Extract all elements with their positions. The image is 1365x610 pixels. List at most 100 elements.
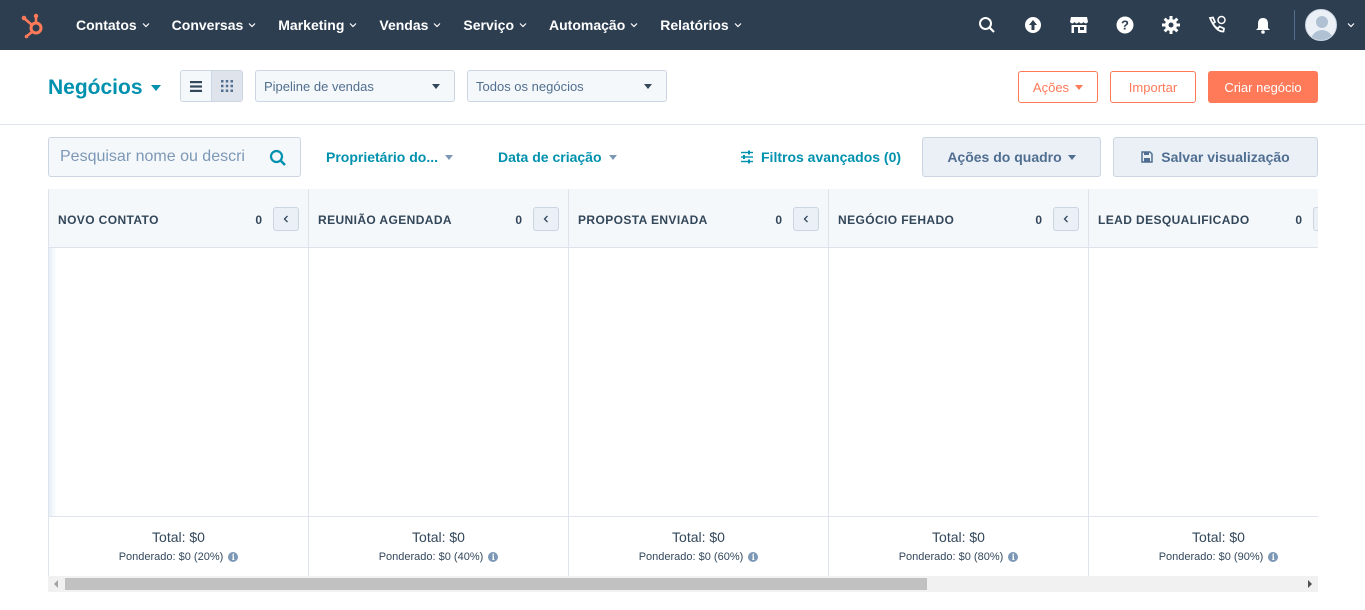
nav-item-servico[interactable]: Serviço (463, 17, 527, 33)
weighted-amount: Ponderado: $0 (90%) (1158, 551, 1264, 563)
info-icon[interactable]: i (228, 552, 239, 562)
created-date-filter-label: Data de criação (498, 149, 602, 165)
column-footer: Total: $0 Ponderado: $0 (60%) i (569, 516, 828, 576)
deal-board: NOVO CONTATO 0 Total: $0 Ponderado: $0 (… (48, 189, 1318, 576)
column-header: REUNIÃO AGENDADA 0 (309, 189, 568, 248)
owner-filter[interactable]: Proprietário do... (326, 149, 454, 165)
board-column: LEAD DESQUALIFICADO 0 Total: $0 Ponderad… (1089, 189, 1318, 576)
scroll-right-button[interactable] (1302, 576, 1318, 592)
nav-item-label: Serviço (463, 17, 515, 33)
page-header: Negócios Pipeline de vendas Todos os neg… (0, 50, 1365, 125)
chevron-down-icon (433, 23, 441, 28)
board-actions-button[interactable]: Ações do quadro (922, 137, 1101, 177)
info-icon[interactable]: i (1268, 552, 1279, 562)
actions-button[interactable]: Ações (1018, 71, 1098, 103)
column-drop-area[interactable] (309, 248, 568, 516)
nav-item-label: Contatos (76, 17, 137, 33)
column-title: NEGÓCIO FEHADO (838, 213, 955, 227)
search-icon[interactable] (964, 0, 1010, 50)
board-view-button[interactable] (211, 71, 242, 101)
collapse-column-button[interactable] (1053, 207, 1079, 231)
nav-item-contatos[interactable]: Contatos (76, 17, 150, 33)
deals-filter-select-value: Todos os negócios (476, 78, 584, 94)
board-column: REUNIÃO AGENDADA 0 Total: $0 Ponderado: … (309, 189, 569, 576)
list-view-button[interactable] (181, 71, 211, 101)
scrollbar-thumb[interactable] (65, 578, 927, 590)
search-icon[interactable] (269, 149, 287, 167)
weighted-amount: Ponderado: $0 (80%) (898, 551, 1004, 563)
info-icon[interactable]: i (748, 552, 759, 562)
page-title-label: Negócios (48, 76, 143, 99)
column-total: Total: $0 (1192, 529, 1245, 545)
column-title: LEAD DESQUALIFICADO (1098, 213, 1250, 227)
nav-item-relatorios[interactable]: Relatórios (660, 17, 742, 33)
column-weighted: Ponderado: $0 (20%) i (49, 551, 308, 563)
advanced-filters-button[interactable]: Filtros avançados (0) (740, 149, 901, 165)
collapse-column-button[interactable] (793, 207, 819, 231)
deals-filter-select[interactable]: Todos os negócios (467, 70, 667, 102)
column-drop-area[interactable] (829, 248, 1088, 516)
account-menu[interactable] (1305, 9, 1355, 41)
chevron-down-icon (349, 23, 357, 28)
view-toggle (180, 70, 243, 102)
caret-down-icon (1075, 84, 1084, 90)
created-date-filter[interactable]: Data de criação (498, 149, 617, 165)
search-input[interactable] (60, 148, 260, 166)
hubspot-logo-icon[interactable] (20, 11, 46, 39)
pipeline-select[interactable]: Pipeline de vendas (255, 70, 455, 102)
info-icon[interactable]: i (488, 552, 499, 562)
chevron-down-icon (142, 23, 150, 28)
chevron-down-icon (248, 23, 256, 28)
scroll-left-button[interactable] (48, 576, 64, 592)
info-icon[interactable]: i (1008, 552, 1019, 562)
collapse-column-button[interactable] (1313, 207, 1318, 231)
upgrade-icon[interactable] (1010, 0, 1056, 50)
nav-item-vendas[interactable]: Vendas (379, 17, 441, 33)
marketplace-icon[interactable] (1056, 0, 1102, 50)
import-button[interactable]: Importar (1110, 71, 1196, 103)
column-count: 0 (1035, 213, 1042, 227)
caret-down-icon (644, 84, 652, 89)
column-total: Total: $0 (412, 529, 465, 545)
nav-item-automacao[interactable]: Automação (549, 17, 638, 33)
avatar (1305, 9, 1337, 41)
column-count: 0 (1295, 213, 1302, 227)
help-icon[interactable]: ? (1102, 0, 1148, 50)
grid-icon (221, 80, 233, 92)
column-weighted: Ponderado: $0 (40%) i (309, 551, 568, 563)
triangle-left-icon (54, 580, 58, 588)
horizontal-scrollbar[interactable] (48, 576, 1318, 592)
nav-item-label: Conversas (171, 17, 244, 33)
page-title[interactable]: Negócios (48, 76, 161, 100)
weighted-amount: Ponderado: $0 (40%) (378, 551, 484, 563)
collapse-column-button[interactable] (533, 207, 559, 231)
chevron-left-icon (543, 215, 548, 223)
scroll-shadow (49, 248, 57, 516)
nav-item-label: Relatórios (660, 17, 729, 33)
chevron-left-icon (1063, 215, 1068, 223)
column-drop-area[interactable] (569, 248, 828, 516)
nav-item-marketing[interactable]: Marketing (278, 17, 357, 33)
nav-utilities: ? (964, 0, 1365, 50)
chevron-down-icon (630, 23, 638, 28)
column-count: 0 (775, 213, 782, 227)
nav-item-conversas[interactable]: Conversas (172, 17, 257, 33)
settings-icon[interactable] (1148, 0, 1194, 50)
column-title: NOVO CONTATO (58, 213, 159, 227)
column-drop-area[interactable] (1089, 248, 1318, 516)
save-view-button[interactable]: Salvar visualização (1113, 137, 1318, 177)
sliders-icon (741, 150, 753, 164)
column-header: LEAD DESQUALIFICADO 0 (1089, 189, 1318, 248)
column-drop-area[interactable] (49, 248, 308, 516)
pipeline-select-value: Pipeline de vendas (264, 78, 374, 94)
board-actions-label: Ações do quadro (947, 149, 1062, 165)
column-weighted: Ponderado: $0 (90%) i (1089, 551, 1318, 563)
calling-icon[interactable] (1194, 0, 1240, 50)
collapse-column-button[interactable] (273, 207, 299, 231)
column-total: Total: $0 (672, 529, 725, 545)
create-deal-button[interactable]: Criar negócio (1208, 71, 1318, 103)
column-count: 0 (255, 213, 262, 227)
chevron-down-icon (519, 23, 527, 28)
notifications-icon[interactable] (1240, 0, 1286, 50)
save-icon (1141, 151, 1154, 163)
